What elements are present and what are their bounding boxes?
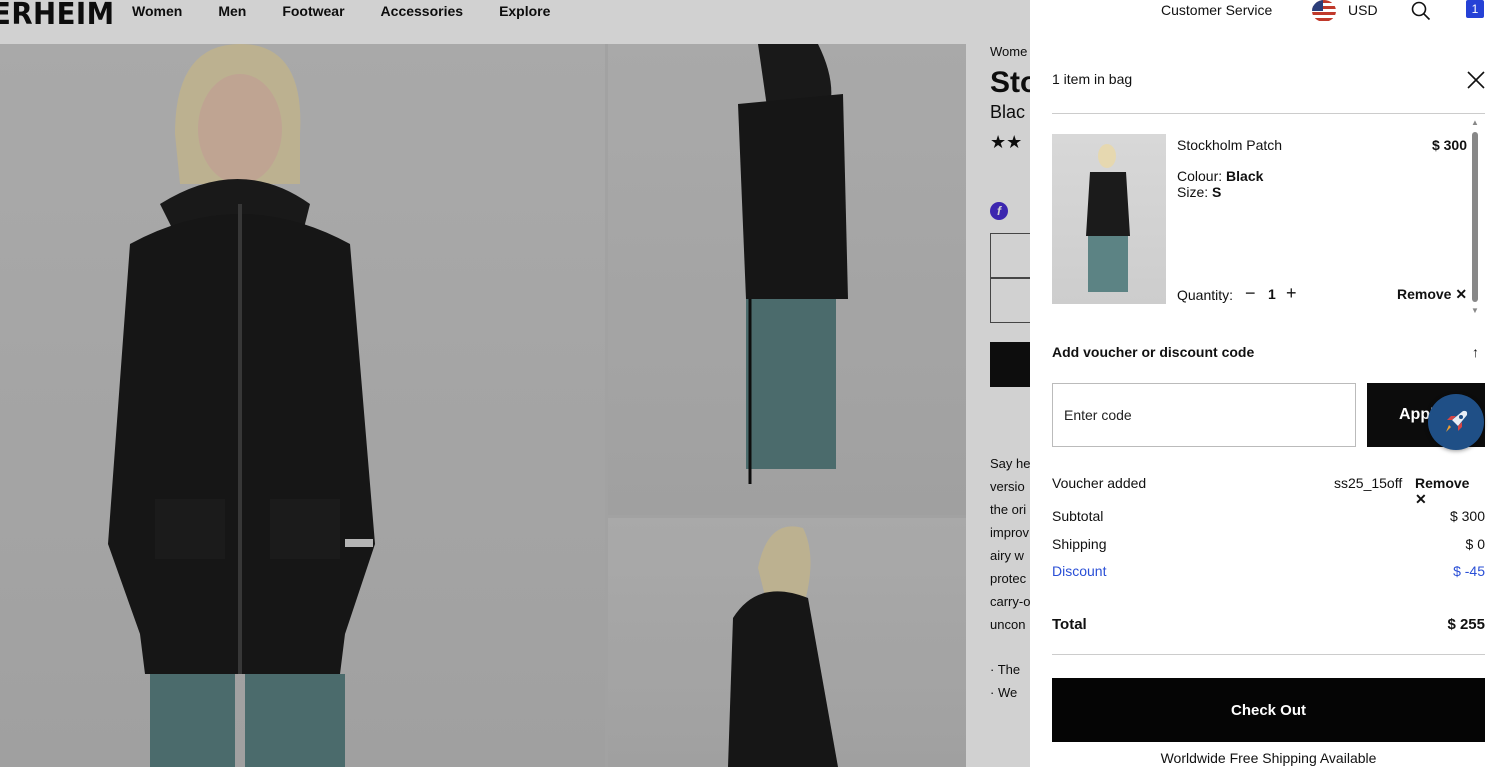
checkout-button[interactable]: Check Out [1052,678,1485,742]
voucher-added-label: Voucher added [1052,475,1147,491]
total-row: Total $ 255 [1052,616,1485,633]
scroll-up-arrow-icon[interactable]: ▲ [1471,118,1479,127]
cart-heading: 1 item in bag [1052,71,1133,87]
shipping-note: Worldwide Free Shipping Available [1160,750,1377,766]
discount-label: Discount [1052,563,1107,579]
size-value: S [1212,184,1222,200]
remove-voucher-button[interactable]: Remove ✕ [1415,475,1485,508]
discount-row: Discount $ -45 [1052,563,1485,579]
quantity-label: Quantity: [1177,287,1234,303]
page-dim-overlay[interactable] [0,0,1030,767]
quantity-value: 1 [1268,286,1276,302]
cart-drawer: 1 item in bag ▲ ▼ Stockholm Patch $ 300 … [1030,44,1500,767]
total-value: $ 255 [1447,616,1485,633]
shipping-label: Shipping [1052,536,1107,552]
voucher-added-row: Voucher added ss25_15off Remove ✕ [1052,475,1485,507]
shipping-row: Shipping $ 0 [1052,536,1485,552]
size-label: Size: [1177,184,1213,200]
cart-item-price: $ 300 [1431,137,1467,153]
divider [1052,113,1485,114]
discount-value: $ -45 [1453,563,1485,579]
voucher-code: ss25_15off [1334,475,1403,491]
quantity-decrease-button[interactable]: − [1245,283,1256,304]
voucher-heading[interactable]: Add voucher or discount code [1052,344,1254,360]
arrow-up-icon[interactable]: ↑ [1472,344,1479,360]
colour-label: Colour: [1177,168,1227,184]
rocket-icon[interactable] [1428,394,1484,450]
subtotal-label: Subtotal [1052,508,1104,524]
scrollbar-thumb[interactable] [1472,132,1478,302]
voucher-code-input[interactable] [1052,383,1356,447]
currency-selector[interactable]: USD [1348,2,1378,18]
close-icon[interactable] [1466,70,1486,90]
total-label: Total [1052,616,1087,633]
divider [1052,654,1485,655]
bag-count-badge[interactable]: 1 [1466,0,1484,18]
shipping-value: $ 0 [1465,536,1485,552]
remove-voucher-label: Remove [1415,475,1470,491]
search-icon[interactable] [1411,1,1431,21]
subtotal-row: Subtotal $ 300 [1052,508,1485,524]
subtotal-value: $ 300 [1449,508,1485,524]
cart-item-size: Size: S [1177,184,1221,200]
cart-item-colour: Colour: Black [1177,168,1263,184]
quantity-increase-button[interactable]: + [1286,283,1297,304]
remove-item-button[interactable]: Remove ✕ [1397,286,1467,303]
customer-service-link[interactable]: Customer Service [1161,2,1272,18]
thumbnail-illustration [1086,144,1130,292]
colour-value: Black [1226,168,1264,184]
rocket-glyph [1446,410,1468,432]
scroll-down-arrow-icon[interactable]: ▼ [1471,306,1479,315]
close-icon: ✕ [1455,286,1468,302]
us-flag-icon[interactable] [1312,0,1336,22]
remove-label: Remove [1397,286,1452,302]
cart-item-name[interactable]: Stockholm Patch [1177,137,1282,153]
cart-item-thumbnail[interactable] [1052,134,1166,304]
close-icon: ✕ [1415,491,1427,507]
